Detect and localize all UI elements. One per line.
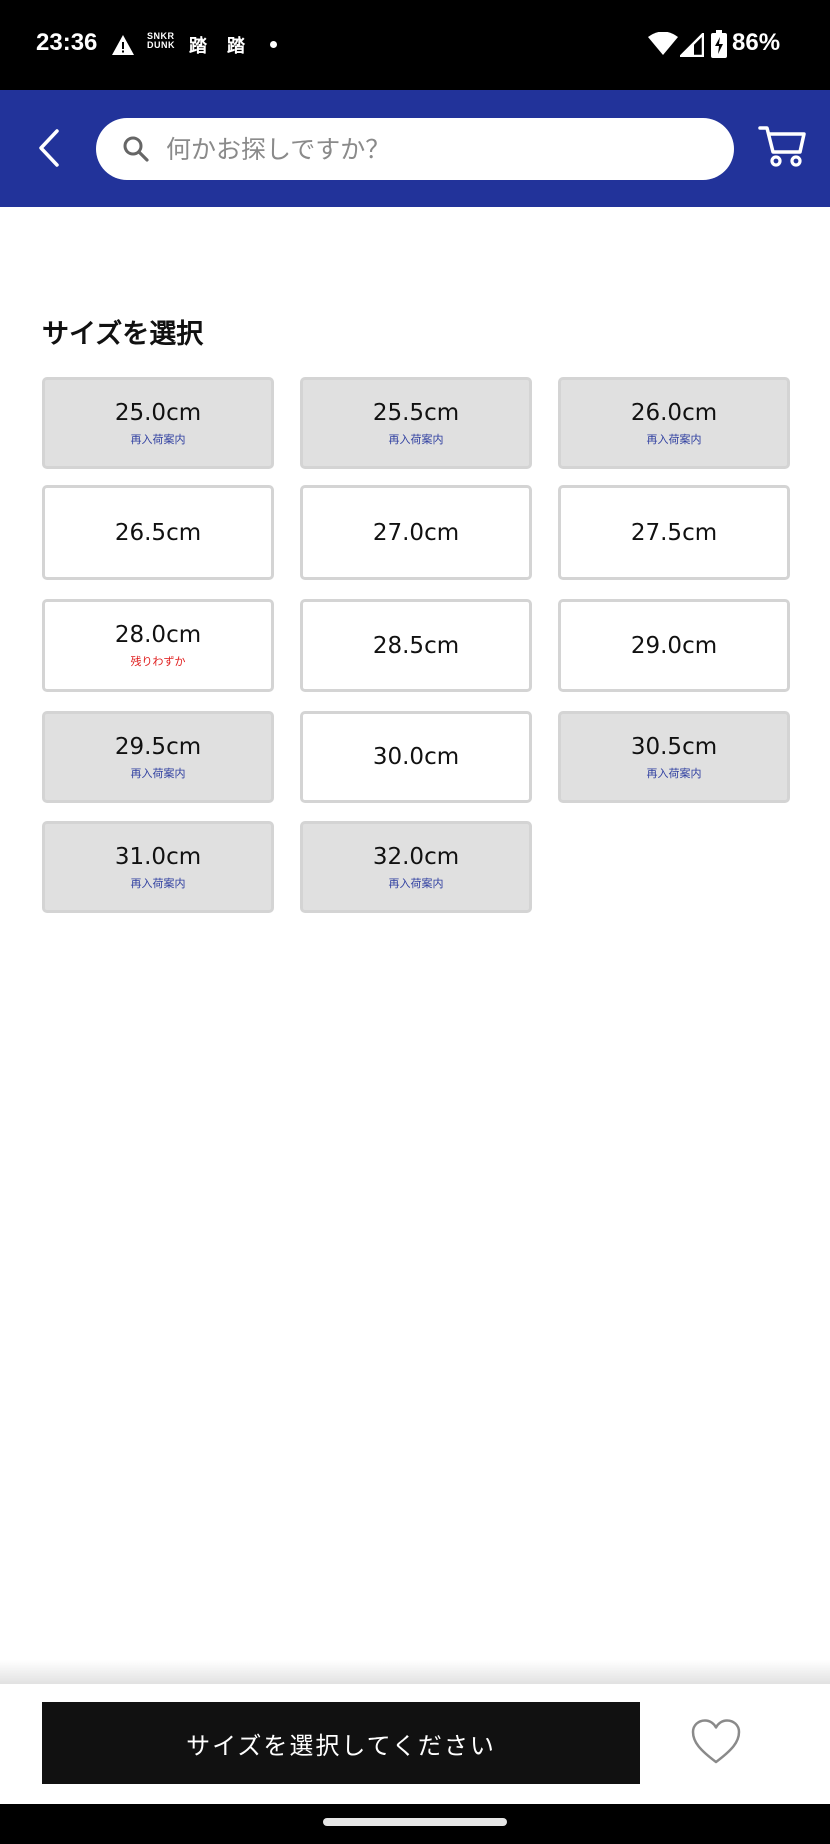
size-option-30-5[interactable]: 30.5cm 再入荷案内 — [558, 711, 790, 803]
size-label: 25.0cm — [114, 399, 202, 426]
size-option-26-5[interactable]: 26.5cm — [42, 485, 274, 580]
battery-charging-icon — [711, 30, 727, 62]
size-label: 27.0cm — [372, 519, 460, 546]
size-option-30-0[interactable]: 30.0cm — [300, 711, 532, 803]
size-label: 32.0cm — [372, 843, 460, 870]
size-option-29-0[interactable]: 29.0cm — [558, 599, 790, 692]
restock-notice: 再入荷案内 — [388, 876, 444, 890]
cart-button[interactable] — [758, 124, 808, 174]
cart-icon — [758, 126, 806, 167]
size-label: 27.5cm — [630, 519, 718, 546]
search-input[interactable] — [166, 118, 706, 180]
size-label: 30.0cm — [372, 744, 460, 770]
size-label: 25.5cm — [372, 399, 460, 426]
size-label: 26.0cm — [630, 399, 718, 426]
size-label: 28.0cm — [114, 622, 202, 648]
heart-outline-icon — [691, 1719, 741, 1764]
size-option-27-5[interactable]: 27.5cm — [558, 485, 790, 580]
select-size-button[interactable]: サイズを選択してください — [42, 1702, 640, 1784]
restock-notice: 再入荷案内 — [646, 432, 702, 446]
favorite-button[interactable] — [690, 1718, 742, 1768]
size-option-25-0[interactable]: 25.0cm 再入荷案内 — [42, 377, 274, 469]
search-icon — [122, 135, 150, 163]
warning-icon — [111, 32, 135, 58]
size-option-25-5[interactable]: 25.5cm 再入荷案内 — [300, 377, 532, 469]
restock-notice: 再入荷案内 — [646, 766, 702, 780]
restock-notice: 再入荷案内 — [130, 766, 186, 780]
app-notification-icon: 踏 — [227, 36, 245, 57]
size-label: 29.0cm — [630, 632, 718, 659]
size-option-27-0[interactable]: 27.0cm — [300, 485, 532, 580]
restock-notice: 再入荷案内 — [388, 432, 444, 446]
status-bar: 23:36 SNKR DUNK 踏 踏 86% — [0, 0, 830, 90]
battery-percent: 86% — [732, 29, 781, 56]
more-notifications-dot-icon — [270, 41, 277, 48]
size-label: 29.5cm — [114, 733, 202, 760]
bottom-action-bar: サイズを選択してください — [0, 1684, 830, 1804]
app-header — [0, 90, 830, 207]
low-stock-notice: 残りわずか — [130, 655, 186, 668]
size-option-31-0[interactable]: 31.0cm 再入荷案内 — [42, 821, 274, 913]
system-navigation-bar — [0, 1804, 830, 1844]
wifi-icon — [648, 31, 678, 60]
home-gesture-handle[interactable] — [323, 1818, 507, 1826]
snkr-dunk-notification-icon: SNKR DUNK — [147, 31, 175, 50]
back-button[interactable] — [26, 120, 72, 176]
signal-icon — [677, 30, 705, 61]
page-title: サイズを選択 — [42, 319, 204, 350]
size-label: 30.5cm — [630, 733, 718, 760]
restock-notice: 再入荷案内 — [130, 432, 186, 446]
status-time: 23:36 — [36, 29, 98, 56]
size-label: 26.5cm — [114, 519, 202, 546]
size-option-26-0[interactable]: 26.0cm 再入荷案内 — [558, 377, 790, 469]
size-option-28-5[interactable]: 28.5cm — [300, 599, 532, 692]
size-label: 31.0cm — [114, 843, 202, 870]
search-box[interactable] — [96, 118, 734, 180]
size-option-29-5[interactable]: 29.5cm 再入荷案内 — [42, 711, 274, 803]
app-notification-icon: 踏 — [189, 36, 207, 57]
bottom-bar-shadow — [0, 1660, 830, 1685]
size-option-28-0[interactable]: 28.0cm 残りわずか — [42, 599, 274, 692]
chevron-left-icon — [39, 129, 59, 167]
size-label: 28.5cm — [372, 632, 460, 659]
restock-notice: 再入荷案内 — [130, 876, 186, 890]
size-option-32-0[interactable]: 32.0cm 再入荷案内 — [300, 821, 532, 913]
